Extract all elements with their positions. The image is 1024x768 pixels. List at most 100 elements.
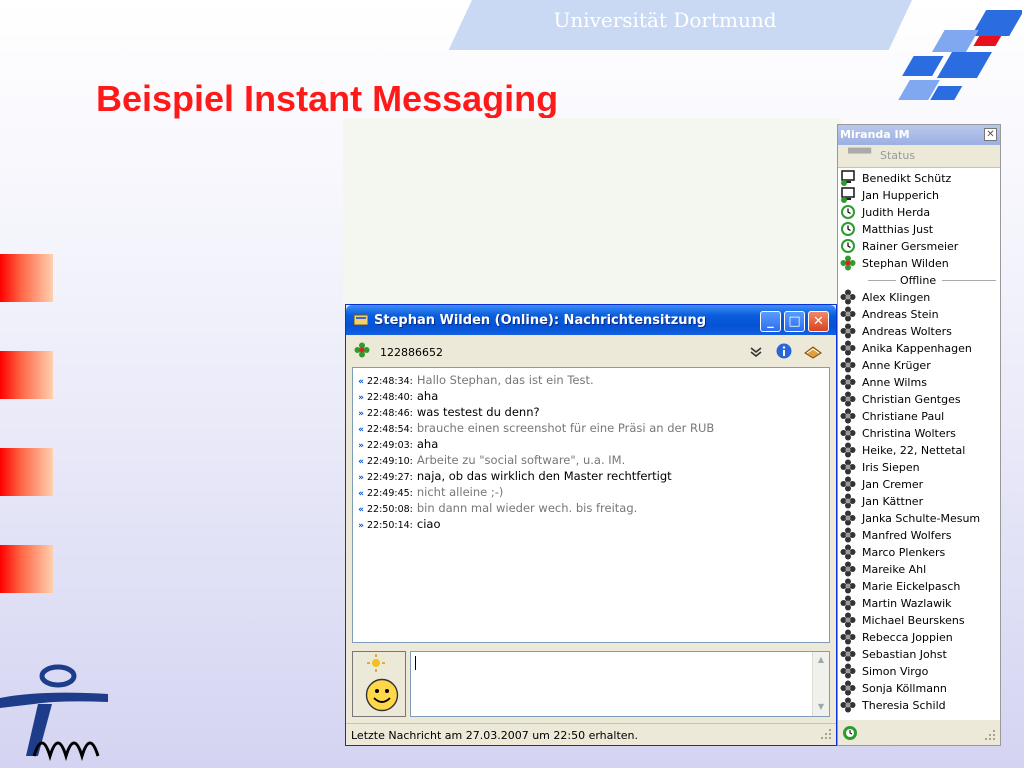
chevron-down-icon[interactable] (750, 347, 762, 357)
contact-name: Mareike Ahl (862, 563, 927, 576)
info-icon[interactable] (776, 343, 792, 359)
message-text: ciao (416, 517, 441, 531)
university-logo-icon (898, 10, 1022, 100)
message-timestamp: 22:49:45: (367, 488, 413, 499)
contact-name: Rebecca Joppien (862, 631, 953, 644)
contact-name: Manfred Wolfers (862, 529, 952, 542)
flower-offline-icon (840, 323, 856, 339)
resize-grip-icon[interactable] (820, 728, 832, 740)
contact-name: Jan Hupperich (862, 189, 940, 202)
chat-statusbar: Letzte Nachricht am 27.03.2007 um 22:50 … (346, 723, 836, 746)
resize-grip-icon[interactable] (984, 729, 996, 741)
message-text: naja, ob das wirklich den Master rechtfe… (416, 469, 672, 483)
slide-title: Beispiel Instant Messaging (96, 78, 559, 119)
contact-name: Stephan Wilden (862, 257, 949, 270)
contact-name: Theresia Schild (862, 699, 946, 712)
close-button[interactable]: ✕ (984, 128, 997, 141)
status-label: Status (880, 149, 916, 162)
contact-name: Anika Kappenhagen (862, 342, 972, 355)
scroll-down-icon[interactable]: ▼ (814, 700, 828, 714)
contact-name: Andreas Stein (862, 308, 939, 321)
message-text: aha (416, 389, 439, 403)
flower-offline-icon (840, 544, 856, 560)
message-timestamp: 22:49:03: (367, 440, 413, 451)
text-caret (415, 656, 416, 670)
contact-name: Michael Beurskens (862, 614, 965, 627)
contact-list-titlebar[interactable]: Miranda IM ✕ (838, 125, 1000, 145)
message-row: » 22:48:40: aha (355, 388, 829, 404)
flower-offline-icon (840, 476, 856, 492)
flower-offline-icon (840, 578, 856, 594)
status-menu[interactable]: ▀▀▀ Status (838, 146, 1000, 166)
contact-name: Marco Plenkers (862, 546, 946, 559)
avatar-panel[interactable] (352, 651, 406, 717)
message-log[interactable]: «22:48:34: Hallo Stephan, das ist ein Tes… (352, 367, 830, 643)
message-timestamp: 22:48:40: (367, 392, 413, 403)
contact-name: Iris Siepen (862, 461, 920, 474)
scroll-up-icon[interactable]: ▲ (814, 653, 828, 667)
contact-name: Martin Wazlawik (862, 597, 952, 610)
smiley-icon[interactable] (365, 678, 399, 712)
status-text: Letzte Nachricht am 27.03.2007 um 22:50 … (351, 729, 638, 742)
message-row: «22:49:45: nicht alleine ;-) (355, 484, 829, 500)
flower-offline-icon (840, 663, 856, 679)
clock-icon (841, 205, 855, 219)
group-offline-header[interactable]: Offline (838, 272, 1000, 289)
contact-name: Benedikt Schütz (862, 172, 952, 185)
flower-offline-icon (840, 629, 856, 645)
contact-name: Janka Schulte-Mesum (862, 512, 981, 525)
contact-list[interactable]: Benedikt Schütz Jan Hupperich Judith Herda… (838, 167, 1000, 720)
message-text: Hallo Stephan, das ist ein Test. (416, 373, 594, 387)
contact-name: Heike, 22, Nettetal (862, 444, 966, 457)
chat-titlebar[interactable]: Stephan Wilden (Online): Nachrichtensitz… (346, 305, 836, 335)
message-row: » 22:49:03: aha (355, 436, 829, 452)
decor-bar (0, 545, 53, 593)
outgoing-arrow-icon: » (358, 521, 364, 531)
message-row: «22:49:10: Arbeite zu "social software", … (355, 452, 829, 468)
message-text: brauche einen screenshot für eine Präsi … (416, 421, 715, 435)
flower-offline-icon (840, 561, 856, 577)
message-row: «22:48:54: brauche einen screenshot für e… (355, 420, 829, 436)
decor-bar (0, 448, 53, 496)
message-row: » 22:49:27: naja, ob das wirklich den Mast… (355, 468, 829, 484)
message-timestamp: 22:49:10: (367, 456, 413, 467)
status-menu-icon: ▀▀▀ (848, 149, 872, 160)
decor-bar (0, 254, 53, 302)
contact-uin: 122886652 (380, 346, 443, 359)
flower-offline-icon (840, 306, 856, 322)
flower-offline-icon (840, 595, 856, 611)
contact-name: Marie Eickelpasch (862, 580, 961, 593)
clock-icon (841, 239, 855, 253)
message-text: nicht alleine ;-) (416, 485, 504, 499)
message-timestamp: 22:50:08: (367, 504, 413, 515)
message-input[interactable]: ▲ ▼ (410, 651, 830, 717)
screenshot-background (343, 118, 841, 308)
group-label: Offline (900, 274, 937, 287)
contact-name: Christiane Paul (862, 410, 945, 423)
group-divider (942, 280, 996, 281)
clock-flower-icon[interactable] (842, 725, 858, 741)
monitor-icon (841, 170, 855, 186)
contact-name: Christina Wolters (862, 427, 956, 440)
message-text: bin dann mal wieder wech. bis freitag. (416, 501, 638, 515)
contact-name: Alex Klingen (862, 291, 931, 304)
contact-name: Anne Wilms (862, 376, 927, 389)
flower-offline-icon (840, 374, 856, 390)
message-row: «22:48:34: Hallo Stephan, das ist ein Tes… (355, 372, 829, 388)
maximize-button[interactable]: □ (784, 311, 805, 332)
flower-offline-icon (840, 697, 856, 713)
flower-offline-icon (840, 340, 856, 356)
close-button[interactable]: ✕ (808, 311, 829, 332)
contact-name: Jan Kättner (862, 495, 924, 508)
flower-offline-icon (840, 442, 856, 458)
chat-window: Stephan Wilden (Online): Nachrichtensitz… (345, 304, 837, 746)
flower-offline-icon (840, 459, 856, 475)
chat-window-title: Stephan Wilden (Online): Nachrichtensitz… (374, 313, 707, 328)
contact-name: Simon Virgo (862, 665, 929, 678)
flower-online-icon (354, 342, 370, 358)
minimize-button[interactable]: _ (760, 311, 781, 332)
flower-offline-icon (840, 493, 856, 509)
history-book-icon[interactable] (804, 343, 822, 359)
contact-info-bar: 122886652 (346, 337, 836, 363)
input-scrollbar[interactable]: ▲ ▼ (812, 652, 829, 716)
